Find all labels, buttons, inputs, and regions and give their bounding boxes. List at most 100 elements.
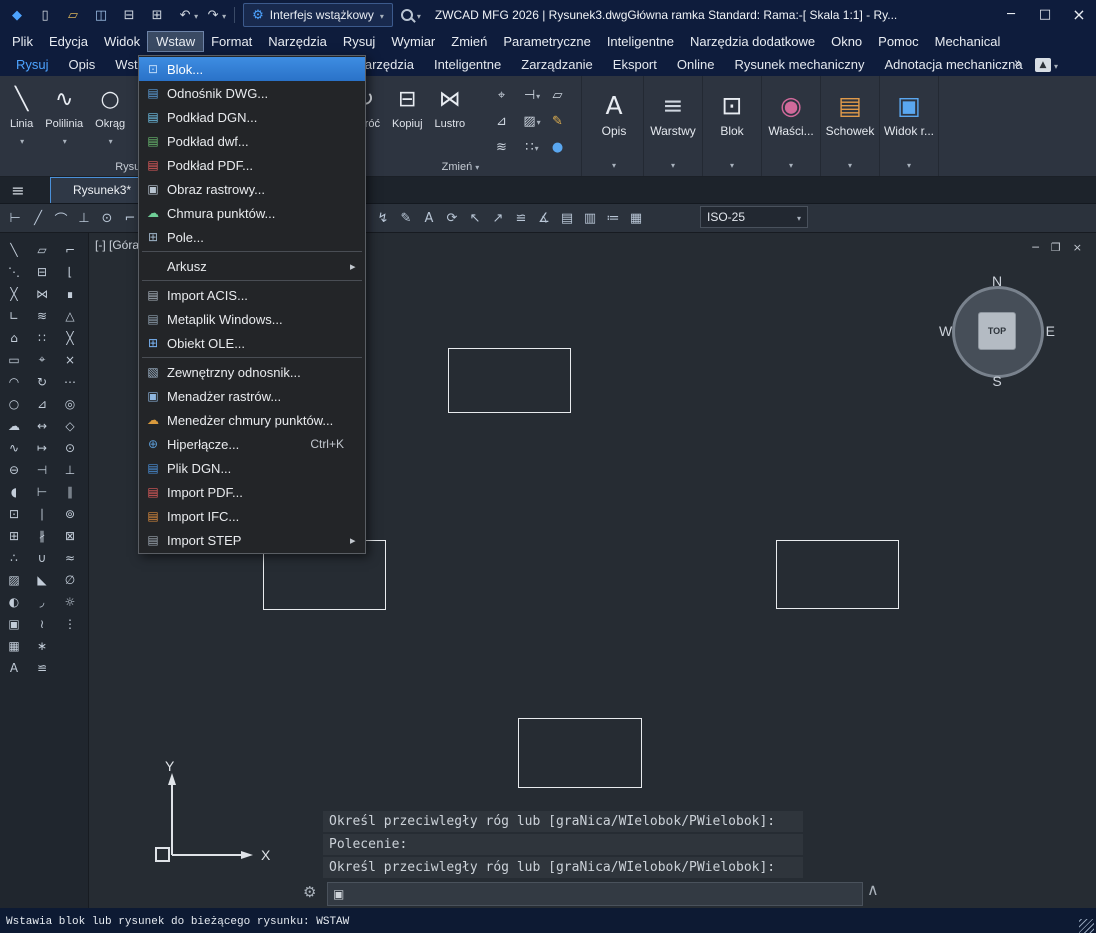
dimension-tool-button[interactable]: ↖: [464, 207, 486, 229]
dimension-tool-button[interactable]: ⊙: [96, 207, 118, 229]
ribbon-button[interactable]: ∿ Polilinia: [39, 79, 89, 151]
dimension-tool-button[interactable]: ⟳: [441, 207, 463, 229]
menubar-item[interactable]: Inteligentne: [599, 32, 682, 51]
menu-item[interactable]: ▤ Podkład PDF...: [139, 153, 365, 177]
menubar-item[interactable]: Parametryczne: [495, 32, 598, 51]
dimension-tool-button[interactable]: ∡: [533, 207, 555, 229]
menu-item[interactable]: ▤ Plik DGN...: [139, 456, 365, 480]
menubar-item[interactable]: Narzędzia dodatkowe: [682, 32, 823, 51]
menu-item[interactable]: ☁ Menedżer chmury punktów...: [139, 408, 365, 432]
osnap-tool-button[interactable]: ⌊: [58, 261, 82, 282]
ribbon-tab[interactable]: Online: [667, 54, 725, 75]
menubar-item[interactable]: Plik: [4, 32, 41, 51]
draw-tool-button[interactable]: ∿: [2, 437, 26, 458]
hamburger-menu-icon[interactable]: ≡: [0, 181, 36, 200]
compass-top-face[interactable]: TOP: [978, 312, 1016, 350]
ribbon-tab[interactable]: Rysuj: [6, 54, 59, 75]
osnap-tool-button[interactable]: ☼: [58, 591, 82, 612]
ribbon-tab[interactable]: Zarządzanie: [511, 54, 603, 75]
osnap-tool-button[interactable]: ⊥: [58, 459, 82, 480]
workspace-selector[interactable]: ⚙ Interfejs wstążkowy: [243, 3, 393, 27]
menu-item[interactable]: ▤ Import STEP: [139, 528, 365, 552]
osnap-tool-button[interactable]: ⊚: [58, 503, 82, 524]
dimension-tool-button[interactable]: ⊢: [4, 207, 26, 229]
resize-grip[interactable]: [1079, 919, 1094, 933]
menubar-item[interactable]: Edycja: [41, 32, 96, 51]
quick-access-button[interactable]: ⊞: [146, 4, 173, 26]
modify-tool-button[interactable]: ↦: [30, 437, 54, 458]
dimension-tool-button[interactable]: ▤: [556, 207, 578, 229]
ribbon-tab[interactable]: Rysunek mechaniczny: [724, 54, 874, 75]
menu-item[interactable]: ▧ Zewnętrzny odnosnik...: [139, 360, 365, 384]
dimension-style-dropdown[interactable]: ISO-25: [700, 206, 808, 228]
modify-tool-button[interactable]: ≋: [30, 305, 54, 326]
dimension-tool-button[interactable]: ╱: [27, 207, 49, 229]
close-button[interactable]: ×: [1062, 0, 1096, 30]
menu-item[interactable]: ▤ Podkład DGN...: [139, 105, 365, 129]
ribbon-panel[interactable]: ◉ Właści...: [762, 76, 821, 176]
rectangle-entity[interactable]: [518, 718, 642, 788]
menubar-item[interactable]: Rysuj: [335, 32, 384, 51]
modify-tool-button[interactable]: ⊿: [30, 393, 54, 414]
modify-tool-button[interactable]: ⊣: [30, 459, 54, 480]
quick-access-button[interactable]: ◫: [90, 4, 117, 26]
dimension-tool-button[interactable]: ▦: [625, 207, 647, 229]
command-expand-chevron-icon[interactable]: ∧: [867, 880, 879, 899]
rectangle-entity[interactable]: [776, 540, 899, 609]
dimension-tool-button[interactable]: ≌: [510, 207, 532, 229]
rectangle-entity[interactable]: [448, 348, 571, 413]
menubar-item[interactable]: Pomoc: [870, 32, 926, 51]
ribbon-panel[interactable]: A Opis: [585, 76, 644, 176]
menubar-item[interactable]: Format: [203, 32, 260, 51]
menubar-item[interactable]: Wymiar: [383, 32, 443, 51]
dimension-tool-button[interactable]: ⌒: [50, 207, 72, 229]
dimension-tool-button[interactable]: ≔: [602, 207, 624, 229]
menu-item[interactable]: ☁ Chmura punktów...: [139, 201, 365, 225]
modify-tool-button[interactable]: ∗: [30, 635, 54, 656]
osnap-tool-button[interactable]: ≈: [58, 547, 82, 568]
minimize-button[interactable]: ─: [1032, 241, 1039, 254]
menubar-item[interactable]: Okno: [823, 32, 870, 51]
draw-tool-button[interactable]: ⋱: [2, 261, 26, 282]
draw-tool-button[interactable]: ◖: [2, 481, 26, 502]
ribbon-button[interactable]: ⋈ Lustro: [429, 79, 472, 132]
menu-item[interactable]: ▤ Import ACIS...: [139, 283, 365, 307]
quick-access-button[interactable]: ↶: [174, 4, 201, 26]
menubar-item[interactable]: Mechanical: [927, 32, 1009, 51]
osnap-tool-button[interactable]: ⊙: [58, 437, 82, 458]
small-tool-button[interactable]: ▱: [546, 82, 574, 108]
menu-item[interactable]: ⊕ Hiperłącze... Ctrl+K: [139, 432, 365, 456]
command-settings-gear-icon[interactable]: ⚙: [303, 883, 316, 901]
osnap-tool-button[interactable]: ⌐: [58, 239, 82, 260]
menu-item[interactable]: ▣ Obraz rastrowy...: [139, 177, 365, 201]
menu-item[interactable]: Arkusz: [139, 254, 365, 278]
modify-tool-button[interactable]: ∣: [30, 503, 54, 524]
ribbon-panel[interactable]: ▣ Widok r...: [880, 76, 939, 176]
close-button[interactable]: ×: [1073, 241, 1082, 254]
draw-tool-button[interactable]: ╲: [2, 239, 26, 260]
quick-access-button[interactable]: ⊟: [118, 4, 145, 26]
restore-button[interactable]: □: [1028, 0, 1062, 30]
modify-tool-button[interactable]: ⋈: [30, 283, 54, 304]
dimension-tool-button[interactable]: ↯: [372, 207, 394, 229]
draw-tool-button[interactable]: ☁: [2, 415, 26, 436]
menubar-item[interactable]: Narzędzia: [260, 32, 335, 51]
draw-tool-button[interactable]: A: [2, 657, 26, 678]
menu-item[interactable]: ▤ Import PDF...: [139, 480, 365, 504]
draw-tool-button[interactable]: ◐: [2, 591, 26, 612]
draw-tool-button[interactable]: ∟: [2, 305, 26, 326]
panel-label[interactable]: Zmień: [340, 161, 581, 173]
ribbon-panel[interactable]: ⊡ Blok: [703, 76, 762, 176]
ribbon-tab[interactable]: Eksport: [603, 54, 667, 75]
draw-tool-button[interactable]: ⊞: [2, 525, 26, 546]
modify-tool-button[interactable]: ↔: [30, 415, 54, 436]
small-tool-button[interactable]: ≋: [490, 134, 518, 160]
ribbon-panel[interactable]: ≡ Warstwy: [644, 76, 703, 176]
modify-tool-button[interactable]: ≌: [30, 657, 54, 678]
modify-tool-button[interactable]: ◣: [30, 569, 54, 590]
osnap-tool-button[interactable]: ⊠: [58, 525, 82, 546]
draw-tool-button[interactable]: ╳: [2, 283, 26, 304]
quick-access-button[interactable]: ↷: [202, 4, 229, 26]
tabs-overflow-icon[interactable]: »: [1014, 56, 1022, 71]
ribbon-tab[interactable]: Opis: [59, 54, 106, 75]
